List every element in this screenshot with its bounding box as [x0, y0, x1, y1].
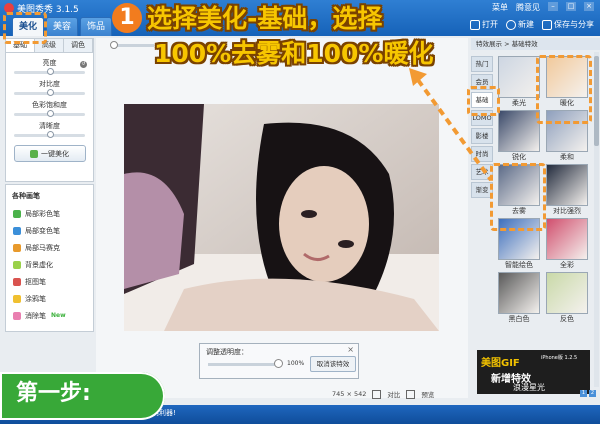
instruction-line-1: 选择美化-基础，选择 [147, 4, 383, 33]
instruction-number: 1 [112, 3, 142, 33]
instruction-line-2: 100%去雾和100%暖化 [154, 39, 434, 68]
